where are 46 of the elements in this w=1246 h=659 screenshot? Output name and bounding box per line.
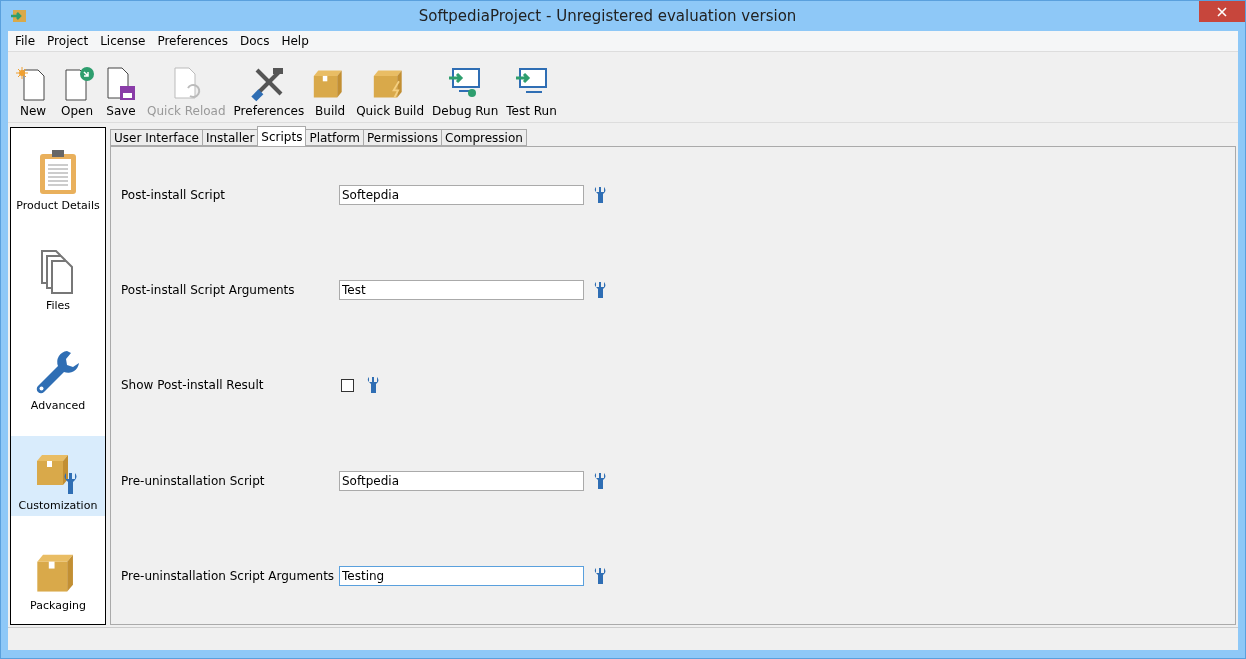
wrench-icon[interactable] — [594, 185, 606, 204]
sidebar-item[interactable]: Customization — [11, 436, 105, 516]
tab[interactable]: Installer — [201, 129, 259, 146]
field-label: Post-install Script — [121, 187, 226, 202]
clipboard-icon — [38, 149, 78, 195]
input-field[interactable]: Softepdia — [339, 184, 584, 205]
input-field[interactable]: Softpedia — [339, 470, 584, 491]
toolbar-button[interactable]: New — [12, 66, 54, 118]
field-label: Show Post-install Result — [121, 378, 265, 393]
wrench-icon — [35, 349, 81, 395]
checkbox[interactable] — [341, 378, 354, 392]
toolbar-button[interactable]: Preferences — [230, 66, 308, 118]
menu-item[interactable]: Project — [41, 34, 95, 48]
menu-item[interactable]: Preferences — [151, 34, 234, 48]
close-icon — [1217, 6, 1227, 17]
wrench-icon[interactable] — [367, 376, 379, 395]
menu-item[interactable]: License — [94, 34, 152, 48]
toolbar-button[interactable]: Quick Build — [353, 66, 428, 118]
window-title: SoftpediaProject - Unregistered evaluation version — [417, 7, 798, 25]
tab[interactable]: Permissions — [363, 129, 442, 146]
menu-item[interactable]: Help — [275, 34, 315, 48]
sidebar-item[interactable]: Advanced — [11, 336, 105, 416]
input-field[interactable]: Testing — [339, 566, 584, 587]
wrench-icon[interactable] — [594, 281, 606, 300]
menu-item[interactable]: Docs — [234, 34, 276, 48]
toolbar-button[interactable]: Open — [56, 66, 98, 118]
tab[interactable]: Scripts — [257, 126, 307, 146]
toolbar-button[interactable]: Save — [100, 66, 142, 118]
wrench-icon[interactable] — [594, 471, 606, 490]
tab[interactable]: Platform — [305, 129, 364, 146]
app-icon — [11, 9, 27, 23]
toolbar-button[interactable]: Debug Run — [429, 66, 502, 118]
close-button[interactable] — [1199, 1, 1245, 22]
tab[interactable]: Compression — [441, 129, 527, 146]
menu-item[interactable]: File — [9, 34, 42, 48]
input-field[interactable]: Test — [339, 280, 584, 301]
sidebar-item[interactable]: Packaging — [11, 536, 105, 616]
field-label: Post-install Script Arguments — [121, 283, 296, 298]
toolbar-button[interactable]: Test Run — [503, 66, 560, 118]
sidebar-item[interactable]: Files — [11, 236, 105, 316]
tab[interactable]: User Interface — [110, 129, 203, 146]
toolbar-button[interactable]: Build — [309, 66, 352, 118]
field-label: Pre-uninstallation Script — [121, 473, 266, 488]
sidebar-item[interactable]: Product Details — [11, 136, 105, 216]
field-label: Pre-uninstallation Script Arguments — [121, 569, 336, 584]
wrench-icon[interactable] — [594, 567, 606, 586]
